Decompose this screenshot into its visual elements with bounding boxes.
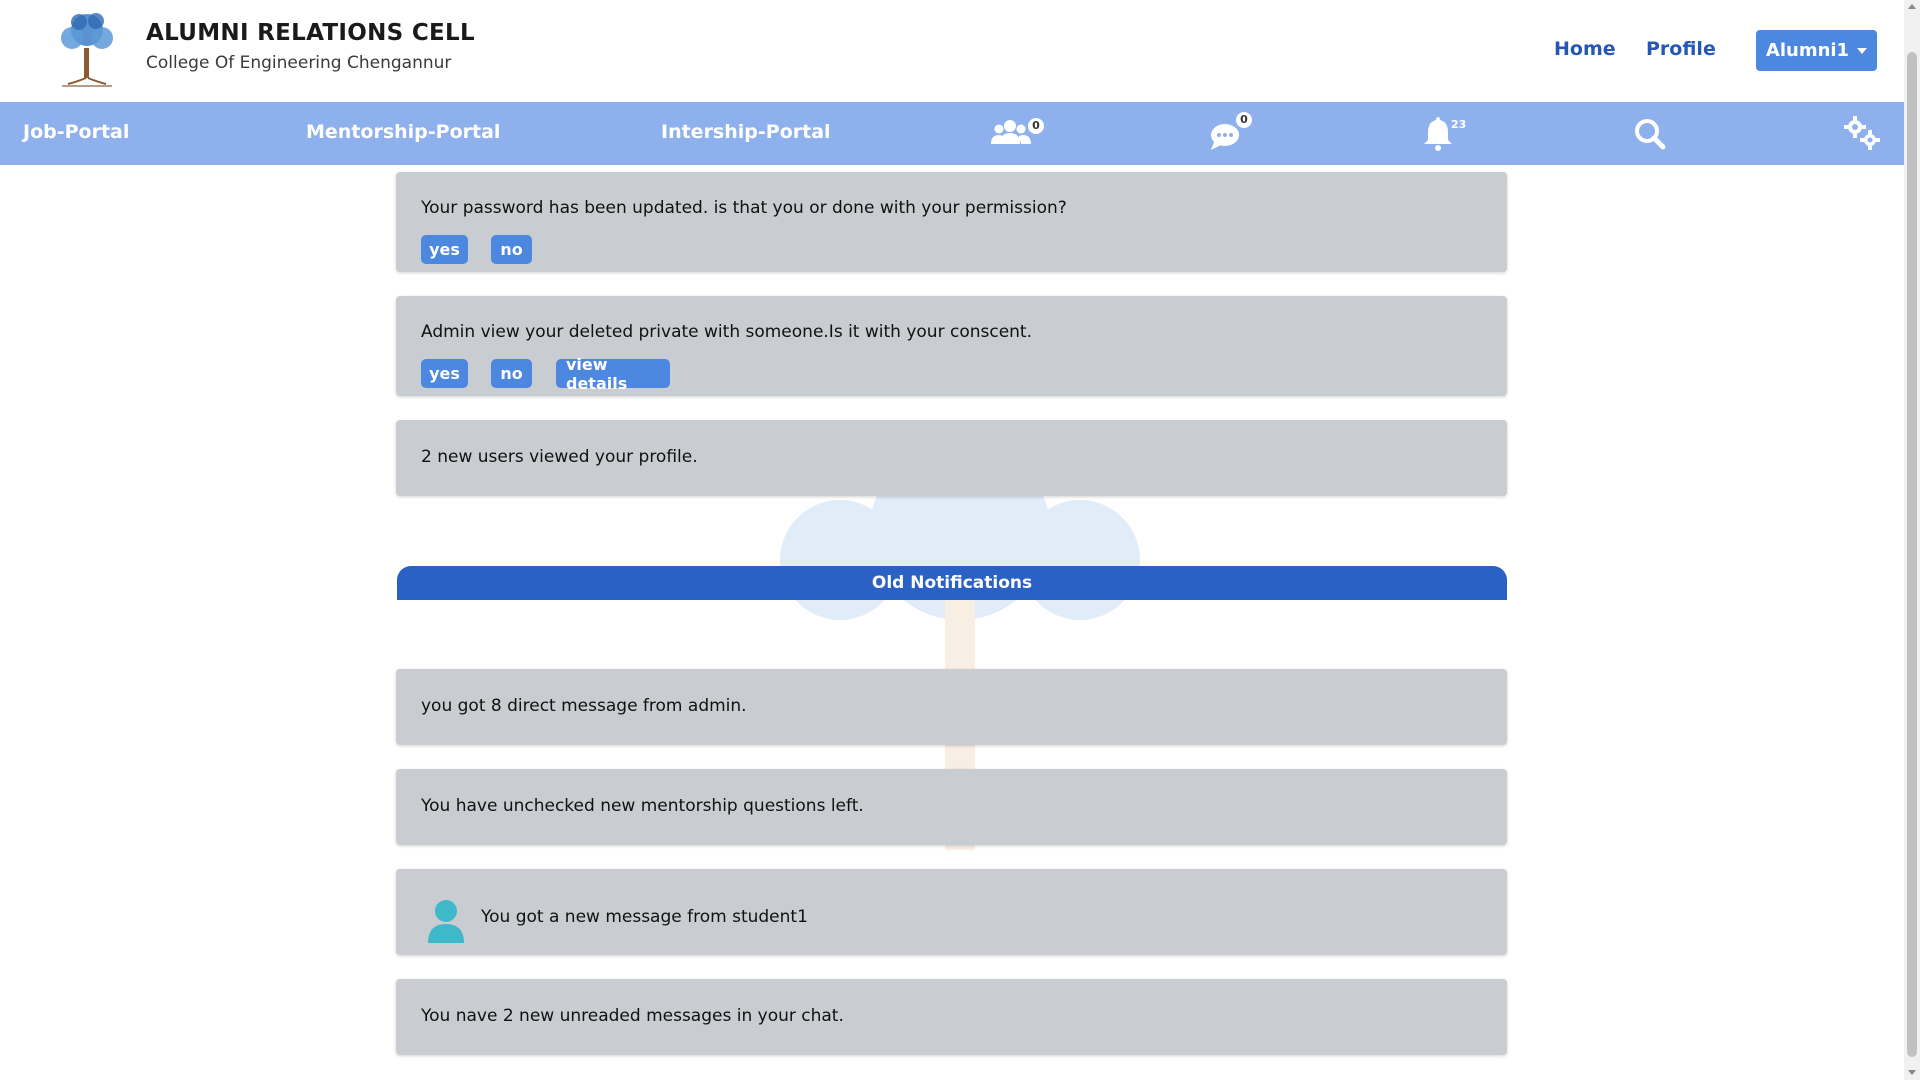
scroll-up-icon[interactable] [1908,4,1916,9]
notification-text: you got 8 direct message from admin. [421,696,747,716]
connections-badge: 0 [1028,118,1044,134]
nav-mentorship-portal[interactable]: Mentorship-Portal [306,121,500,143]
no-button[interactable]: no [491,359,532,388]
user-dropdown-label: Alumni1 [1765,40,1850,61]
site-header: ALUMNI RELATIONS CELL College Of Enginee… [0,0,1904,102]
page-scrollbar[interactable] [1904,0,1920,1080]
view-details-button[interactable]: view details [556,355,670,393]
yes-button[interactable]: yes [421,359,468,388]
scroll-thumb[interactable] [1907,52,1917,1057]
notification-card: You got a new message from student1 [396,869,1507,955]
notification-card: You have unchecked new mentorship questi… [396,769,1507,845]
caret-down-icon [1857,47,1868,54]
brand-subtitle: College Of Engineering Chengannur [146,53,452,73]
users-icon [991,120,1031,144]
notifications-button[interactable]: 23 [1420,114,1466,154]
profile-link[interactable]: Profile [1646,38,1716,60]
notifications-badge: 23 [1451,118,1467,131]
scroll-down-icon[interactable] [1908,1070,1916,1075]
settings-button[interactable] [1842,114,1884,154]
messages-button[interactable]: 0 [1208,112,1252,154]
connections-button[interactable]: 0 [990,114,1044,154]
notification-card: 2 new users viewed your profile. [396,420,1507,496]
settings-gears-icon [1844,116,1880,150]
notification-text: You have unchecked new mentorship questi… [421,796,864,816]
yes-button[interactable]: yes [421,235,468,264]
nav-job-portal[interactable]: Job-Portal [23,121,129,143]
no-button[interactable]: no [491,235,532,264]
user-dropdown-button[interactable]: Alumni1 [1756,30,1877,71]
notification-card: You nave 2 new unreaded messages in your… [396,979,1507,1055]
notification-text: 2 new users viewed your profile. [421,447,698,467]
nav-internship-portal[interactable]: Intership-Portal [661,121,831,143]
user-avatar-icon [428,900,464,943]
notification-card: you got 8 direct message from admin. [396,669,1507,745]
notification-card: Admin view your deleted private with som… [396,296,1507,396]
notification-text: Your password has been updated. is that … [421,198,1067,218]
search-icon [1635,119,1666,150]
brand-title: ALUMNI RELATIONS CELL [146,20,475,46]
search-button[interactable] [1630,114,1672,154]
messages-badge: 0 [1236,112,1252,128]
notification-text: You got a new message from student1 [481,907,808,927]
tree-logo-icon[interactable] [46,8,128,90]
notification-card: Your password has been updated. is that … [396,172,1507,272]
old-notifications-header: Old Notifications [397,566,1507,600]
notification-text: You nave 2 new unreaded messages in your… [421,1006,844,1026]
portal-navbar: Job-Portal Mentorship-Portal Intership-P… [0,102,1904,165]
home-link[interactable]: Home [1554,38,1616,60]
notification-text: Admin view your deleted private with som… [421,322,1033,342]
